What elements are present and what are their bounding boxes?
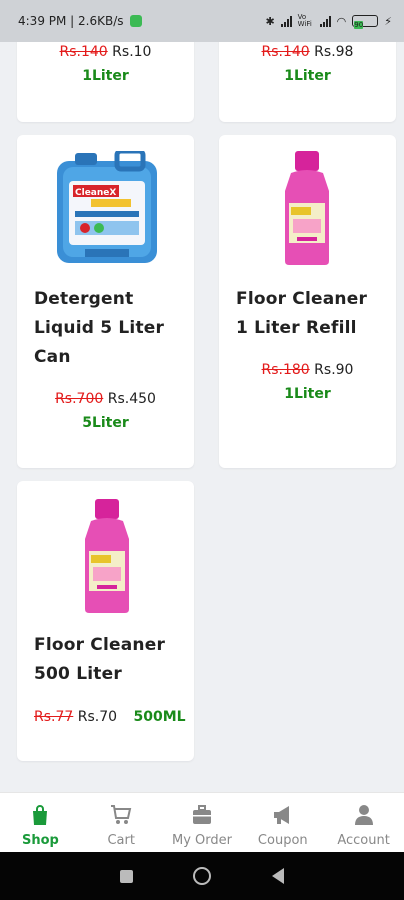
quantity-label: 500ML (133, 709, 186, 725)
signal-icon (280, 15, 292, 27)
price-row: Rs.700 Rs.450 (17, 391, 194, 407)
app-notification-icon (129, 15, 142, 27)
nav-label: My Order (171, 833, 232, 848)
product-title: Floor Cleaner 500 Liter (34, 635, 166, 684)
product-title: Detergent Liquid 5 Liter Can (34, 289, 165, 367)
nav-shop[interactable]: Shop (0, 793, 81, 852)
price-row: Rs.140 Rs.10 (17, 44, 194, 60)
product-card[interactable]: Floor Cleaner 500 Liter Rs.77 Rs.70 500M… (17, 481, 194, 761)
new-price: Rs.10 (112, 44, 152, 60)
quantity-label: 1Liter (82, 68, 129, 84)
nav-cart[interactable]: Cart (81, 793, 162, 852)
person-icon (354, 805, 373, 825)
home-icon[interactable] (193, 867, 212, 885)
shopping-bag-icon (33, 805, 48, 825)
wifi-icon: ◠ (336, 14, 347, 28)
cart-icon (111, 805, 132, 824)
price-row: Rs.140 Rs.98 (219, 44, 396, 60)
floor-cleaner-bottle-image (79, 499, 135, 615)
quantity-label: 1Liter (284, 68, 331, 84)
nav-label: Shop (21, 833, 59, 848)
bottom-navigation: Shop Cart My Order Coupon Account (0, 792, 404, 852)
nav-account[interactable]: Account (323, 793, 404, 852)
status-bar: 4:39 PM | 2.6KB/s ✱ Vo WiFi ◠ 90 ⚡ (0, 0, 404, 42)
quantity-label: 1Liter (284, 386, 331, 402)
old-price: Rs.140 (261, 44, 310, 60)
product-title: Floor Cleaner 1 Liter Refill (236, 289, 368, 338)
new-price: Rs.90 (314, 362, 354, 378)
status-time: 4:39 PM | 2.6KB/s (18, 14, 124, 28)
status-right: ✱ Vo WiFi ◠ 90 ⚡ (265, 13, 392, 29)
nav-label: Coupon (257, 833, 308, 848)
back-icon[interactable] (271, 868, 284, 884)
status-left: 4:39 PM | 2.6KB/s (18, 14, 142, 28)
product-card[interactable]: Floor Cleaner 1 Liter Refill Rs.180 Rs.9… (219, 135, 396, 468)
product-card[interactable]: Rs.140 Rs.98 1Liter (219, 42, 396, 122)
old-price: Rs.140 (59, 44, 108, 60)
briefcase-icon (192, 805, 211, 824)
signal-icon-2 (319, 15, 331, 27)
network-label: Vo WiFi (297, 13, 312, 28)
nav-my-order[interactable]: My Order (162, 793, 243, 852)
bluetooth-icon: ✱ (265, 14, 275, 28)
old-price: Rs.700 (55, 391, 104, 407)
floor-cleaner-bottle-image (279, 151, 335, 267)
system-navigation-bar (0, 852, 404, 900)
product-grid[interactable]: Rs.140 Rs.10 1Liter Rs.140 Rs.98 1Liter … (0, 42, 404, 792)
detergent-can-image: CleaneX (55, 148, 159, 265)
nav-label: Account (337, 833, 390, 848)
new-price: Rs.70 (77, 709, 118, 725)
old-price: Rs.180 (261, 362, 310, 378)
recent-apps-icon[interactable] (120, 869, 134, 883)
battery-level: 90 (354, 21, 364, 29)
new-price: Rs.450 (107, 391, 156, 407)
new-price: Rs.98 (314, 44, 354, 60)
svg-text:CleaneX: CleaneX (75, 188, 116, 198)
old-price: Rs.77 (34, 709, 74, 725)
price-row: Rs.77 Rs.70 500ML (34, 709, 186, 725)
charging-icon: ⚡ (384, 14, 392, 28)
quantity-label: 5Liter (82, 415, 129, 431)
product-card[interactable]: CleaneX Detergent Liquid 5 Liter Can Rs.… (17, 135, 194, 468)
megaphone-icon (273, 806, 289, 824)
battery-icon: 90 (352, 15, 379, 29)
price-row: Rs.180 Rs.90 (219, 362, 396, 378)
nav-coupon[interactable]: Coupon (242, 793, 323, 852)
nav-label: Cart (107, 833, 135, 848)
product-card[interactable]: Rs.140 Rs.10 1Liter (17, 42, 194, 122)
